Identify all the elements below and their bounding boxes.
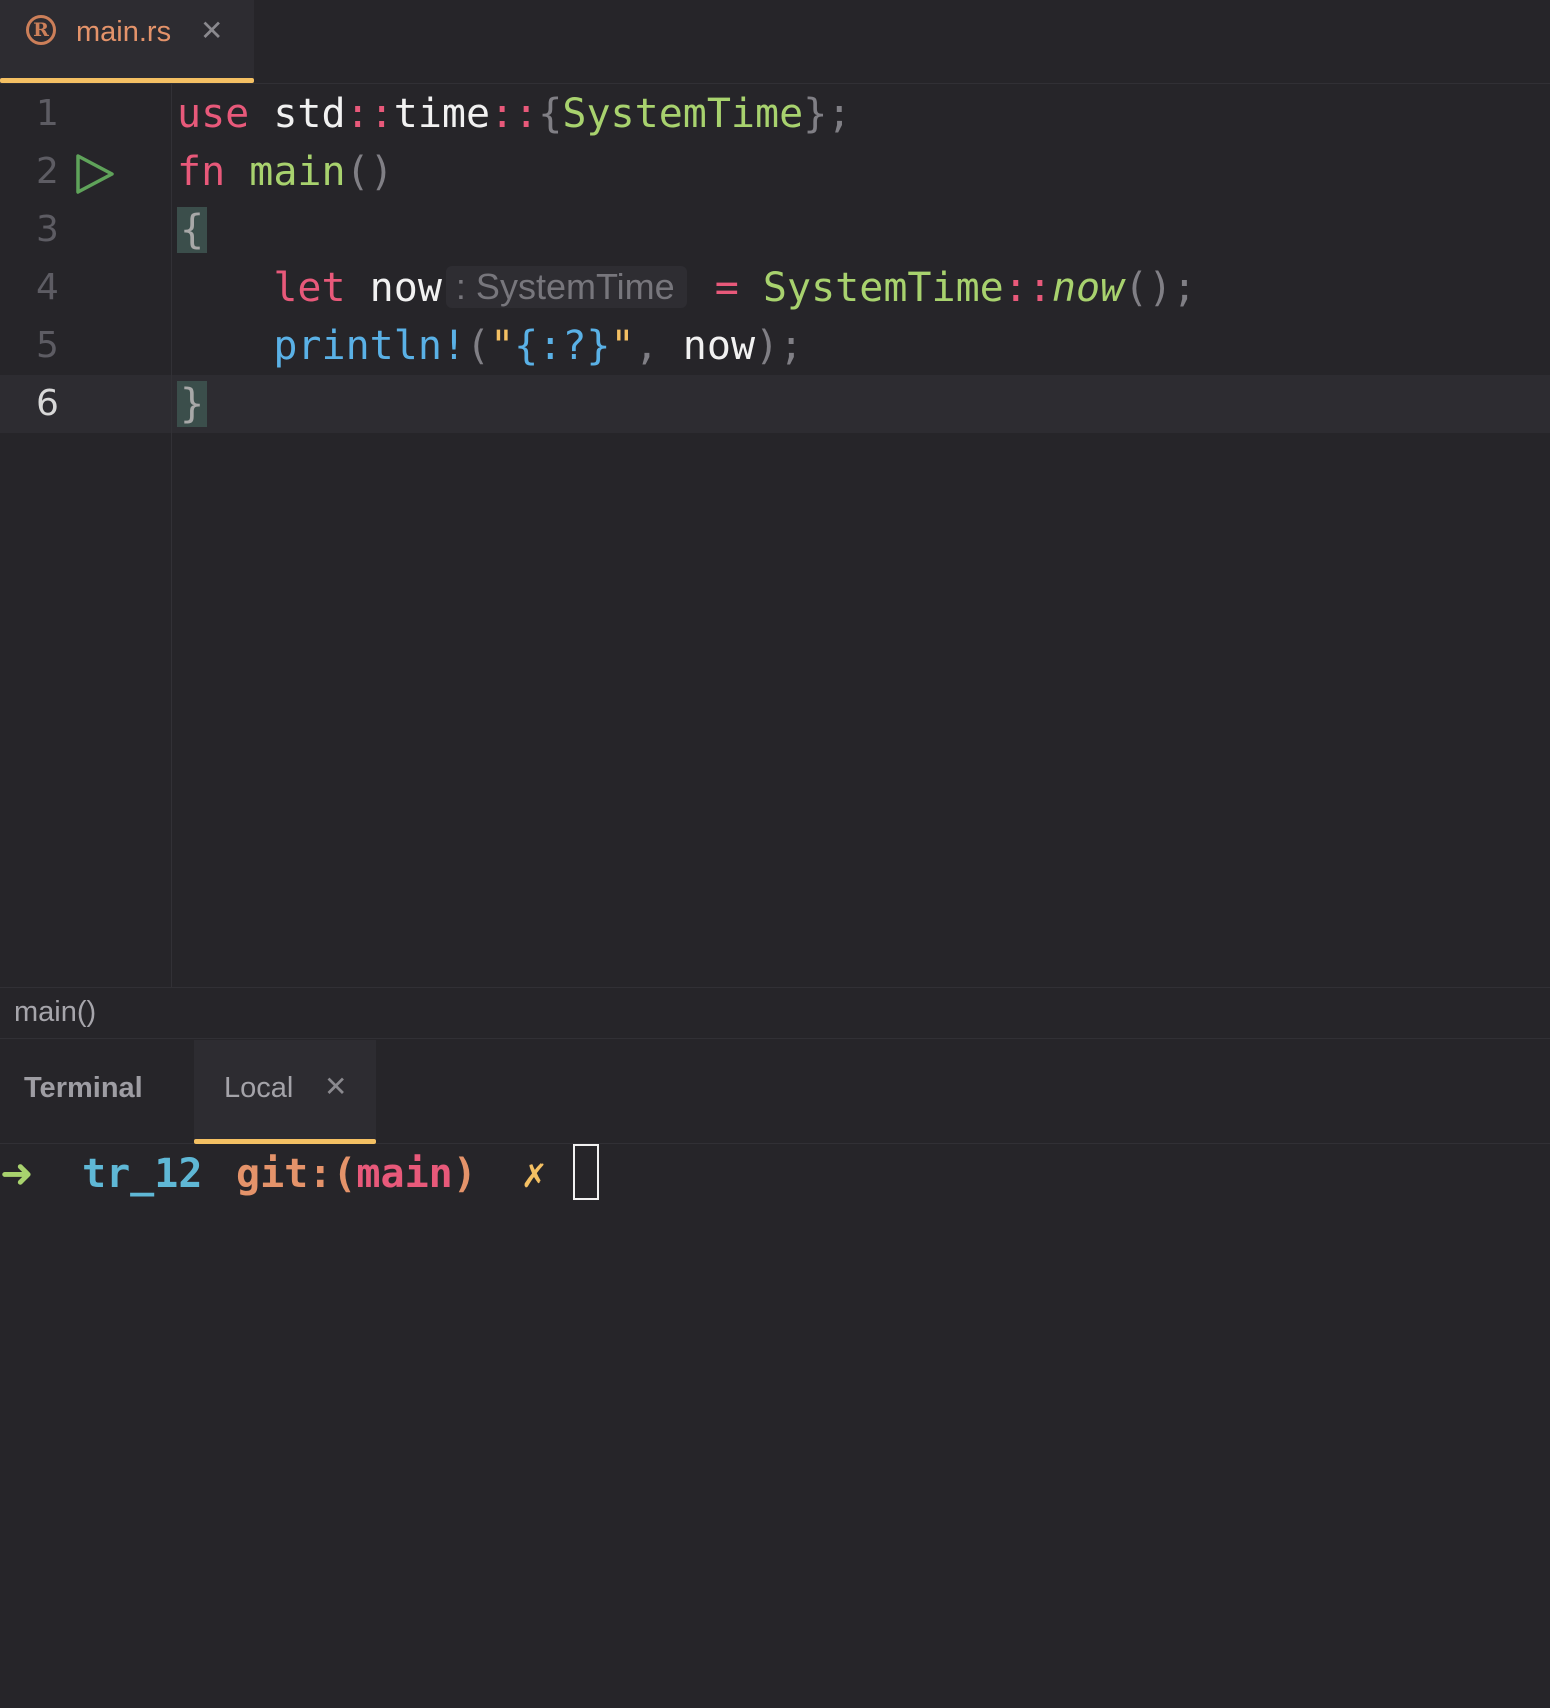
variable-now: now: [682, 323, 756, 369]
string-quote: ": [490, 323, 515, 369]
line-number: 5: [36, 325, 59, 366]
code-editor[interactable]: 1 use std::time::{SystemTime}; 2 fn main…: [0, 84, 1550, 987]
prompt-git-status: git:(main): [236, 1144, 477, 1204]
path-separator: ::: [1003, 265, 1052, 311]
variable-now: now: [369, 265, 442, 311]
format-spec: {:?}: [514, 323, 611, 369]
git-prefix: git:(: [236, 1151, 357, 1197]
terminal-tab-close-icon[interactable]: ✕: [324, 1070, 347, 1103]
macro-println: println!: [273, 323, 466, 369]
comma: ,: [634, 323, 659, 369]
brace: }: [803, 91, 828, 137]
matched-brace-open: {: [177, 207, 208, 253]
assign-operator: =: [714, 265, 739, 311]
module-time: time: [393, 91, 491, 137]
code-line-4[interactable]: 4 let now: SystemTime = SystemTime::now(…: [0, 259, 1550, 317]
prompt-directory: tr_12: [82, 1151, 203, 1197]
type-systemtime: SystemTime: [562, 91, 804, 137]
terminal-prompt[interactable]: ➜ tr_12 git:(main) ✗: [0, 1144, 1550, 1208]
method-now: now: [1051, 265, 1125, 311]
code-line-1[interactable]: 1 use std::time::{SystemTime};: [0, 85, 1550, 143]
git-branch: main: [356, 1151, 453, 1197]
paren: (: [465, 323, 491, 369]
semicolon: ;: [779, 323, 804, 369]
prompt-arrow-icon: ➜: [0, 1151, 34, 1197]
active-tab-indicator: [0, 78, 254, 83]
dirty-marker-icon: ✗: [522, 1151, 547, 1197]
terminal-tab-label: Local: [224, 1072, 294, 1104]
matched-brace-close: }: [177, 381, 208, 427]
path-separator: ::: [345, 91, 394, 137]
type-systemtime: SystemTime: [762, 265, 1004, 311]
keyword-let: let: [273, 265, 346, 311]
tab-main-rs[interactable]: R main.rs ✕: [0, 0, 254, 83]
keyword-use: use: [177, 91, 250, 137]
breadcrumb-item-main[interactable]: main(): [14, 996, 96, 1029]
code-line-3[interactable]: 3 {: [0, 201, 1550, 259]
terminal-title: Terminal: [24, 1072, 143, 1104]
brace: {: [538, 91, 563, 137]
type-inlay-hint: : SystemTime: [445, 266, 687, 308]
function-name: main: [249, 149, 346, 195]
path-separator: ::: [490, 91, 539, 137]
module-std: std: [273, 91, 346, 137]
git-suffix: ): [452, 1151, 477, 1197]
terminal-cursor: [573, 1144, 599, 1200]
parens: (): [345, 149, 394, 195]
tab-close-icon[interactable]: ✕: [200, 14, 223, 47]
semicolon: ;: [827, 91, 852, 137]
line-number: 1: [36, 93, 59, 134]
code-line-6[interactable]: 6 }: [0, 375, 1550, 433]
parens: (): [1124, 265, 1173, 311]
code-line-2[interactable]: 2 fn main(): [0, 143, 1550, 201]
breadcrumb: main(): [0, 987, 1550, 1039]
string-quote: ": [610, 323, 635, 369]
line-number: 3: [36, 209, 59, 250]
line-number: 4: [36, 267, 59, 308]
run-gutter-icon[interactable]: [74, 153, 116, 195]
line-number: 2: [36, 151, 59, 192]
semicolon: ;: [1172, 265, 1197, 311]
terminal-header: Terminal Local ✕: [0, 1040, 1550, 1144]
line-number: 6: [36, 383, 59, 424]
rust-file-icon: R: [26, 15, 56, 45]
paren: ): [755, 323, 780, 369]
gutter-divider: [171, 84, 172, 987]
code-line-5[interactable]: 5 println!("{:?}", now);: [0, 317, 1550, 375]
terminal-tab-local[interactable]: Local ✕: [194, 1040, 376, 1144]
tab-label: main.rs: [76, 16, 172, 48]
editor-tab-bar: R main.rs ✕: [0, 0, 1550, 84]
keyword-fn: fn: [177, 149, 226, 195]
